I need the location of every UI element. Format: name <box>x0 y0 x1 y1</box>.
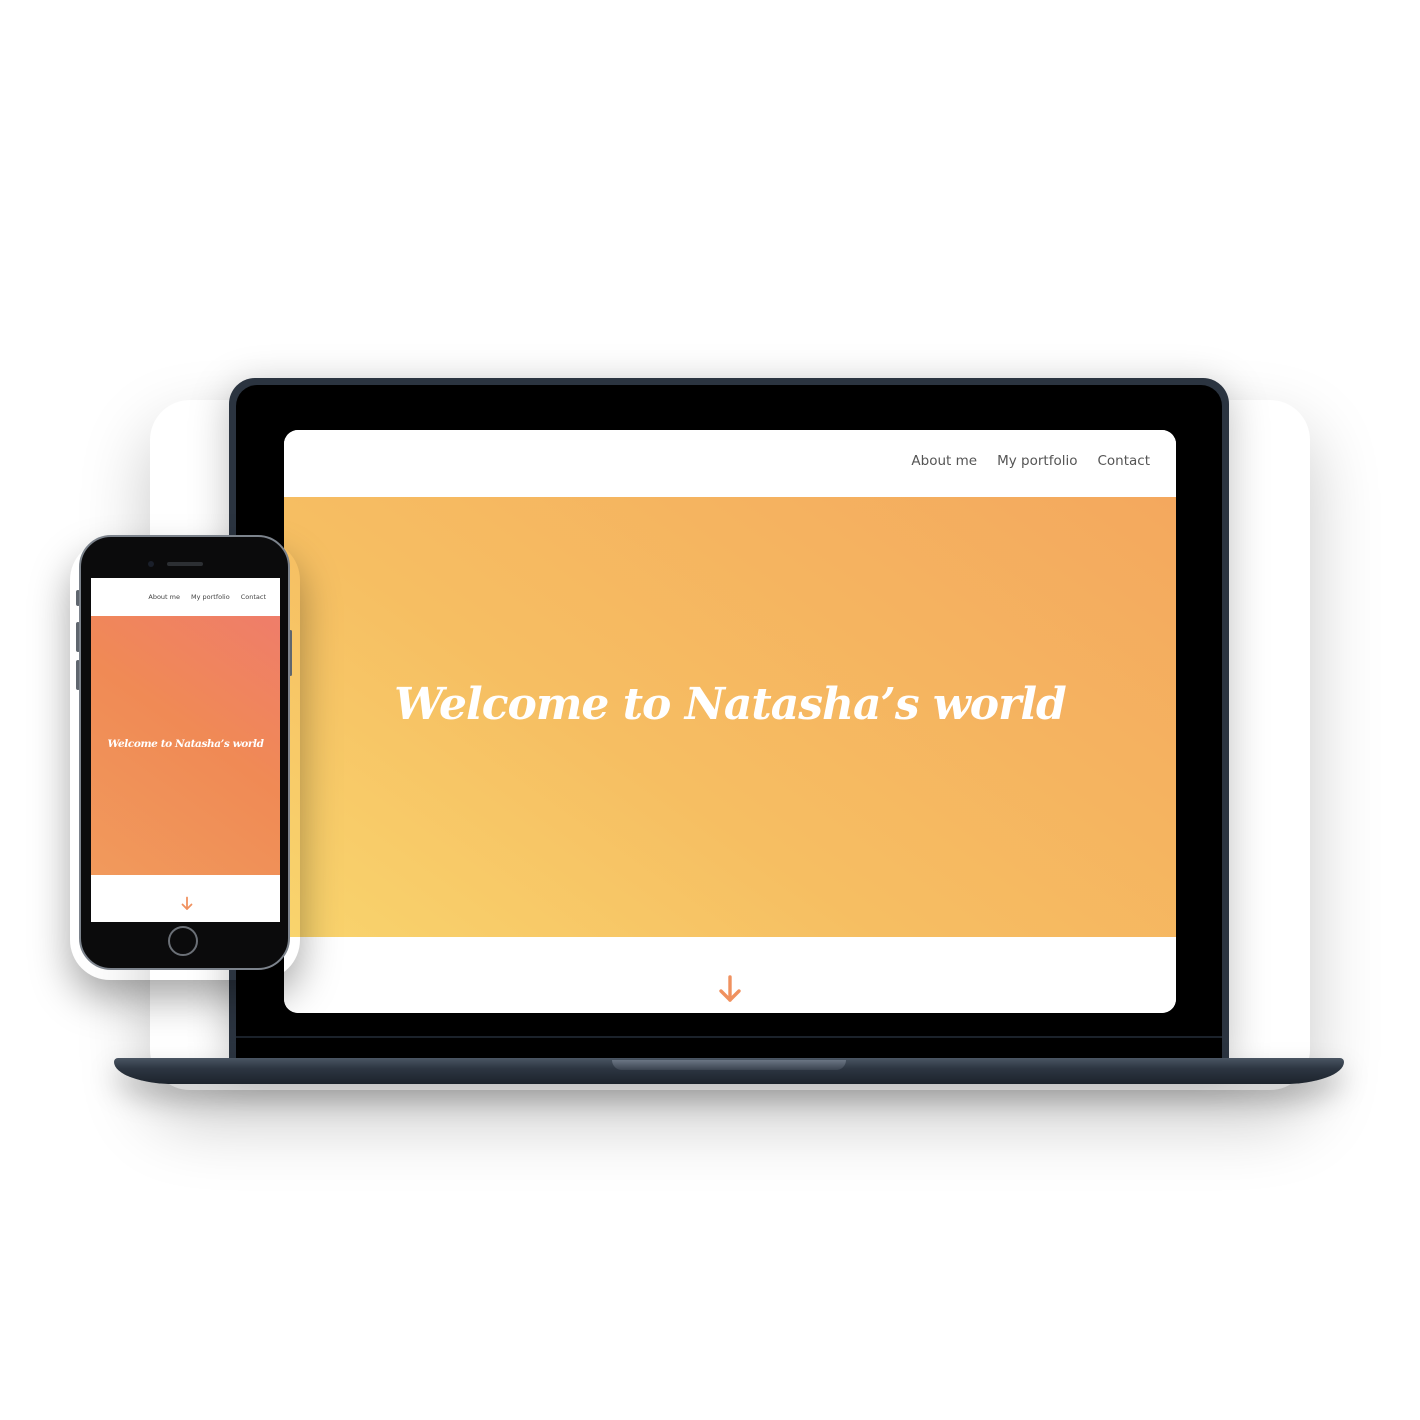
device-mockup-stage: About me My portfolio Contact Welcome to… <box>0 0 1420 1420</box>
phone-camera <box>148 561 154 567</box>
laptop-screen: About me My portfolio Contact Welcome to… <box>284 430 1176 1013</box>
phone-screen: About me My portfolio Contact Welcome to… <box>91 578 280 922</box>
desktop-hero-title: Welcome to Natasha’s world <box>394 679 1067 730</box>
desktop-navbar: About me My portfolio Contact <box>284 430 1176 497</box>
mobile-navbar: About me My portfolio Contact <box>91 578 280 616</box>
desktop-nav-portfolio-link[interactable]: My portfolio <box>997 453 1077 469</box>
mobile-hero-title: Welcome to Natasha’s world <box>107 738 264 750</box>
laptop-hinge-notch <box>612 1060 846 1070</box>
mobile-nav-links: About me My portfolio Contact <box>148 593 266 601</box>
desktop-scroll-section <box>284 937 1176 1013</box>
phone-home-button[interactable] <box>168 926 198 956</box>
desktop-nav-links: About me My portfolio Contact <box>911 453 1150 469</box>
desktop-hero: Welcome to Natasha’s world <box>284 497 1176 937</box>
mobile-nav-about-link[interactable]: About me <box>148 593 180 601</box>
mobile-scroll-section <box>91 875 280 922</box>
phone-speaker <box>167 562 203 566</box>
desktop-nav-contact-link[interactable]: Contact <box>1097 453 1150 469</box>
desktop-nav-about-link[interactable]: About me <box>911 453 977 469</box>
mobile-hero: Welcome to Natasha’s world <box>91 616 280 875</box>
mobile-nav-portfolio-link[interactable]: My portfolio <box>191 593 230 601</box>
mobile-nav-contact-link[interactable]: Contact <box>241 593 266 601</box>
laptop-bezel-edge <box>236 1036 1222 1038</box>
arrow-down-icon[interactable] <box>718 974 742 1004</box>
arrow-down-icon[interactable] <box>181 896 193 911</box>
